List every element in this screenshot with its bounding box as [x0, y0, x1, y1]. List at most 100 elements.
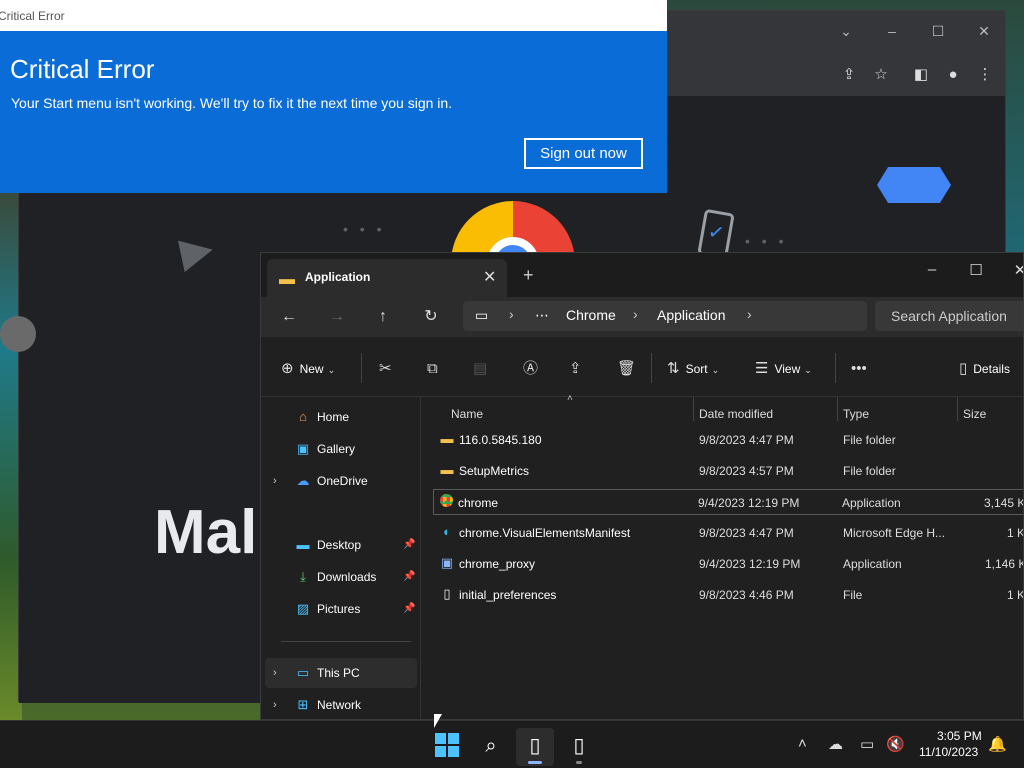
- file-row[interactable]: ▣ chrome_proxy 9/4/2023 12:19 PM Applica…: [435, 551, 1023, 577]
- notepad-taskbar-icon[interactable]: ▯: [565, 732, 593, 760]
- clock-time[interactable]: 3:05 PM: [937, 729, 982, 743]
- sidebar-item-downloads[interactable]: ⤓ Downloads: [295, 567, 376, 587]
- monitor-icon[interactable]: ▭: [475, 307, 488, 324]
- file-date: 9/4/2023 12:19 PM: [698, 496, 800, 510]
- file-size: 1 K: [1007, 526, 1024, 540]
- plus-circle-icon: ⊕: [281, 360, 294, 377]
- sort-button[interactable]: ⇅ Sort ⌄: [667, 357, 719, 381]
- decorative-triangle: [178, 234, 216, 272]
- delete-icon[interactable]: 🗑: [617, 357, 636, 381]
- breadcrumb-application[interactable]: Application: [657, 307, 726, 323]
- column-header-type[interactable]: Type: [843, 407, 869, 421]
- profile-icon[interactable]: ●: [941, 63, 965, 87]
- cut-icon[interactable]: ✂: [379, 357, 392, 381]
- maximize-icon[interactable]: ☐: [923, 17, 953, 45]
- view-button[interactable]: ☰ View ⌄: [755, 357, 812, 381]
- pin-icon[interactable]: 📌: [403, 603, 415, 614]
- close-icon[interactable]: ✕: [969, 17, 999, 45]
- app-icon: ▣: [440, 555, 454, 570]
- file-row[interactable]: ▬ 116.0.5845.180 9/8/2023 4:47 PM File f…: [435, 427, 1023, 453]
- breadcrumb-chrome[interactable]: Chrome: [566, 307, 616, 323]
- file-row[interactable]: ▬ SetupMetrics 9/8/2023 4:57 PM File fol…: [435, 458, 1023, 484]
- sidebar-item-pictures[interactable]: ▨ Pictures: [295, 599, 361, 619]
- rename-icon[interactable]: Ⓐ: [523, 357, 538, 381]
- column-divider: [957, 397, 958, 421]
- cloud-offline-icon[interactable]: ☁: [828, 735, 843, 753]
- chevron-right-icon[interactable]: ›: [273, 475, 277, 487]
- sidebar-label: OneDrive: [317, 474, 368, 488]
- more-icon[interactable]: ⋯: [535, 307, 549, 324]
- clock-date[interactable]: 11/10/2023: [919, 745, 978, 759]
- file-explorer-taskbar-icon[interactable]: ▯: [521, 732, 549, 760]
- chevron-right-icon: ›: [747, 306, 752, 322]
- sidebar-item-this-pc[interactable]: ▭ This PC: [295, 663, 360, 683]
- decorative-dots: • • •: [343, 221, 386, 237]
- back-arrow-icon[interactable]: ←: [277, 305, 301, 329]
- copy-icon[interactable]: ⧉: [427, 357, 438, 381]
- network-icon[interactable]: ▭: [860, 735, 874, 753]
- maximize-icon[interactable]: ☐: [961, 261, 991, 279]
- mouse-cursor: [434, 714, 442, 728]
- new-tab-icon[interactable]: +: [523, 265, 534, 286]
- chevron-right-icon: ›: [633, 306, 638, 322]
- start-button-windows-icon[interactable]: [435, 733, 459, 757]
- close-icon[interactable]: ✕: [1005, 261, 1023, 279]
- view-list-icon: ☰: [755, 360, 769, 377]
- error-message: Your Start menu isn't working. We'll try…: [11, 95, 453, 111]
- sidebar-item-gallery[interactable]: ▣ Gallery: [295, 439, 355, 459]
- paste-icon[interactable]: ▤: [473, 357, 487, 381]
- notification-bell-icon[interactable]: 🔔: [988, 735, 1007, 753]
- file-icon: ▯: [443, 586, 451, 601]
- minimize-icon[interactable]: –: [877, 17, 907, 45]
- sidebar-label: Desktop: [317, 538, 362, 552]
- search-input[interactable]: Search Application: [875, 301, 1023, 331]
- column-header-date[interactable]: Date modified: [699, 407, 773, 421]
- chevron-right-icon[interactable]: ›: [273, 667, 277, 679]
- sidebar-label: Network: [317, 698, 362, 712]
- file-date: 9/8/2023 4:57 PM: [699, 464, 794, 478]
- chevron-up-icon[interactable]: ˄: [798, 735, 807, 752]
- details-button[interactable]: ▯ Details: [959, 357, 1010, 381]
- new-label: New: [299, 362, 324, 376]
- file-type: File folder: [843, 433, 896, 447]
- refresh-icon[interactable]: ↻: [419, 305, 443, 329]
- file-row[interactable]: ▯ initial_preferences 9/8/2023 4:46 PM F…: [435, 582, 1023, 608]
- pin-icon[interactable]: 📌: [403, 539, 415, 550]
- share-icon[interactable]: ⇪: [837, 63, 861, 87]
- chevron-right-icon[interactable]: ›: [273, 699, 277, 711]
- share-icon[interactable]: ⇪: [569, 357, 582, 381]
- carousel-button[interactable]: [0, 316, 36, 352]
- column-header-name[interactable]: Name: [451, 407, 483, 421]
- file-type: Application: [843, 557, 902, 571]
- details-label: Details: [973, 362, 1010, 376]
- more-options-icon[interactable]: •••: [851, 357, 867, 381]
- close-tab-icon[interactable]: ✕: [483, 267, 496, 287]
- sidebar-item-desktop[interactable]: ▬ Desktop: [295, 535, 362, 555]
- volume-muted-icon[interactable]: 🔇: [886, 735, 905, 753]
- file-row[interactable]: chrome 9/4/2023 12:19 PM Application 3,1…: [433, 489, 1023, 515]
- home-icon: ⌂: [299, 409, 307, 424]
- chevron-right-icon: ›: [509, 306, 514, 322]
- sidebar-item-network[interactable]: ⊞ Network: [295, 695, 361, 715]
- side-panel-icon[interactable]: ◧: [909, 63, 933, 87]
- dialog-titlebar: Critical Error: [0, 0, 667, 31]
- chevron-down-icon[interactable]: ⌄: [831, 17, 861, 45]
- sort-label: Sort: [685, 362, 708, 376]
- bookmark-star-icon[interactable]: ☆: [869, 63, 893, 87]
- pin-icon[interactable]: 📌: [403, 571, 415, 582]
- search-icon[interactable]: ⌕: [477, 732, 505, 760]
- file-row[interactable]: ◐ chrome.VisualElementsManifest 9/8/2023…: [435, 520, 1024, 546]
- up-arrow-icon[interactable]: ↑: [371, 305, 395, 329]
- new-button[interactable]: ⊕ New ⌄: [281, 357, 335, 381]
- explorer-tab[interactable]: ▬ Application ✕: [267, 259, 507, 297]
- column-header-size[interactable]: Size: [963, 407, 986, 421]
- sidebar-item-home[interactable]: ⌂ Home: [295, 407, 349, 427]
- chevron-down-icon: ⌄: [804, 365, 812, 375]
- minimize-icon[interactable]: –: [917, 261, 947, 278]
- sidebar-item-onedrive[interactable]: ☁ OneDrive: [295, 471, 368, 491]
- forward-arrow-icon[interactable]: →: [325, 305, 349, 329]
- file-name: chrome.VisualElementsManifest: [459, 526, 631, 540]
- network-icon: ⊞: [297, 697, 309, 712]
- menu-kebab-icon[interactable]: ⋮: [973, 63, 997, 87]
- sign-out-button[interactable]: Sign out now: [524, 138, 643, 169]
